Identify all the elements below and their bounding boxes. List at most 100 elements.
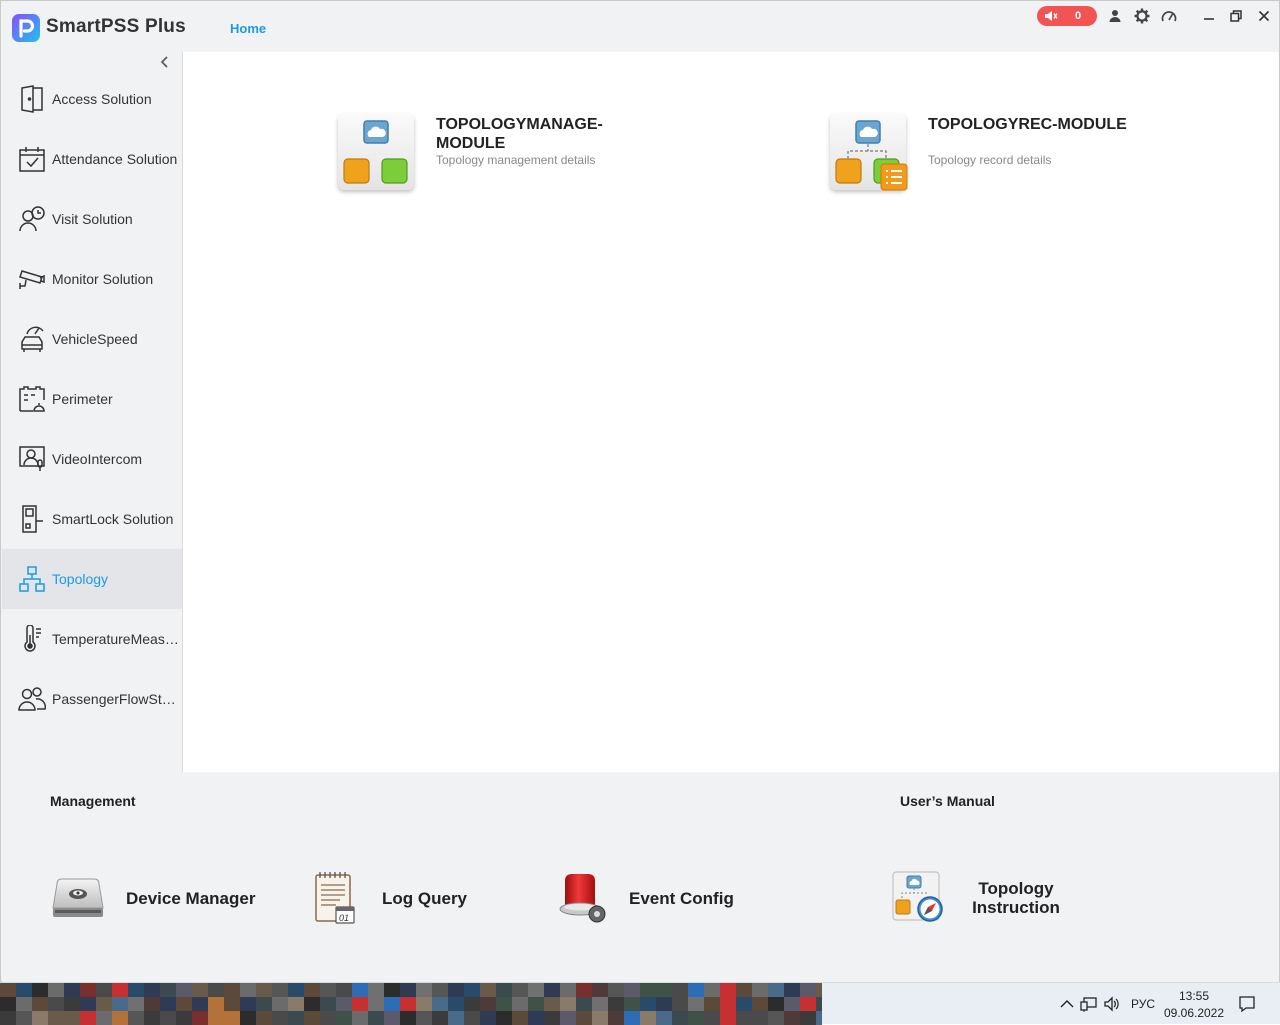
mosaic-pixel [688, 997, 704, 1011]
mosaic-pixel [752, 1011, 768, 1025]
mosaic-pixel [784, 983, 800, 997]
sidebar-item-passengerflowstatistics[interactable]: PassengerFlowStatistics [2, 669, 182, 729]
sidebar-item-perimeter[interactable]: Perimeter [2, 369, 182, 429]
module-description: Topology management details [436, 153, 596, 167]
mosaic-pixel [416, 997, 432, 1011]
mosaic-pixel [768, 983, 784, 997]
notifications-icon[interactable] [1238, 995, 1256, 1013]
log-query-button[interactable]: 01 Log Query [306, 868, 467, 928]
module-topologymanage[interactable]: TOPOLOGYMANAGE-MODULE Topology managemen… [338, 110, 658, 200]
mosaic-pixel [336, 1011, 352, 1025]
sidebar-item-smartlock-solution[interactable]: SmartLock Solution [2, 489, 182, 549]
mosaic-pixel [160, 1011, 176, 1025]
sidebar-item-videointercom[interactable]: VideoIntercom [2, 429, 182, 489]
tool-label: Device Manager [126, 888, 256, 908]
mosaic-pixel [384, 983, 400, 997]
mosaic-pixel [480, 983, 496, 997]
sidebar-item-access-solution[interactable]: Access Solution [2, 69, 182, 129]
tab-home[interactable]: Home [230, 21, 266, 36]
mosaic-pixel [688, 1011, 704, 1025]
mosaic-pixel [304, 983, 320, 997]
mosaic-pixel [576, 997, 592, 1011]
mosaic-pixel [720, 1011, 736, 1025]
close-icon[interactable] [1255, 7, 1273, 25]
mosaic-pixel [224, 1011, 240, 1025]
mosaic-pixel [752, 997, 768, 1011]
mosaic-pixel [112, 997, 128, 1011]
device-manager-button[interactable]: Device Manager [50, 868, 255, 928]
mosaic-pixel [368, 983, 384, 997]
mosaic-pixel [784, 997, 800, 1011]
mosaic-pixel [160, 983, 176, 997]
door-icon [17, 84, 47, 114]
chevron-up-icon[interactable] [1058, 995, 1076, 1013]
mosaic-pixel [48, 1011, 64, 1025]
sidebar-item-vehiclespeed[interactable]: VehicleSpeed [2, 309, 182, 369]
mosaic-pixel [144, 983, 160, 997]
sidebar-item-monitor-solution[interactable]: Monitor Solution [2, 249, 182, 309]
mosaic-pixel [208, 983, 224, 997]
mosaic-pixel [352, 997, 368, 1011]
mosaic-pixel [256, 983, 272, 997]
mosaic-pixel [464, 1011, 480, 1025]
module-title: TOPOLOGYMANAGE-MODULE [436, 116, 603, 152]
mosaic-pixel [672, 1011, 688, 1025]
thermometer-icon [17, 624, 47, 654]
mosaic-pixel [624, 983, 640, 997]
sidebar-item-topology[interactable]: Topology [2, 549, 182, 609]
network-icon[interactable] [1080, 995, 1098, 1013]
smartlock-icon [17, 504, 47, 534]
perimeter-icon [17, 384, 47, 414]
mosaic-pixel [320, 997, 336, 1011]
mosaic-pixel [352, 1011, 368, 1025]
sidebar-item-visit-solution[interactable]: Visit Solution [2, 189, 182, 249]
sidebar-item-label: Attendance Solution [52, 151, 178, 167]
sidebar-item-attendance-solution[interactable]: Attendance Solution [2, 129, 182, 189]
mosaic-pixel [512, 983, 528, 997]
svg-text:01: 01 [339, 913, 349, 923]
sidebar-item-temperaturemeasurement[interactable]: TemperatureMeasurement [2, 609, 182, 669]
module-topologyrec[interactable]: TOPOLOGYREC-MODULE Topology record detai… [830, 110, 1170, 200]
gear-icon[interactable] [1133, 7, 1151, 25]
app-window: SmartPSS Plus Home 0 Access Solution Att… [0, 0, 1280, 982]
restore-icon[interactable] [1227, 7, 1245, 25]
mosaic-pixel [512, 1011, 528, 1025]
user-icon[interactable] [1106, 7, 1124, 25]
chevron-left-icon[interactable] [157, 54, 173, 70]
topology-instruction-button[interactable]: Topology Instruction [890, 868, 1066, 928]
sidebar-item-label: Visit Solution [52, 211, 133, 227]
alarm-button[interactable]: 0 [1037, 6, 1097, 26]
volume-icon[interactable] [1103, 995, 1121, 1013]
event-config-button[interactable]: Event Config [553, 868, 734, 928]
sidebar-item-label: Perimeter [52, 391, 113, 407]
mosaic-pixel [240, 1011, 256, 1025]
mosaic-pixel [368, 1011, 384, 1025]
mosaic-pixel [736, 983, 752, 997]
mosaic-pixel [240, 983, 256, 997]
sidebar-item-label: Topology [52, 571, 109, 587]
mosaic-pixel [48, 983, 64, 997]
gauge-icon[interactable] [1160, 7, 1178, 25]
mosaic-pixel [736, 997, 752, 1011]
mosaic-pixel [624, 1011, 640, 1025]
mosaic-pixel [64, 983, 80, 997]
taskbar-clock[interactable]: 13:55 09.06.2022 [1158, 988, 1230, 1022]
mosaic-pixel [528, 983, 544, 997]
minimize-icon[interactable] [1200, 7, 1218, 25]
language-indicator[interactable]: РУС [1131, 997, 1155, 1011]
calendar-check-icon [17, 144, 47, 174]
mosaic-pixel [640, 997, 656, 1011]
mosaic-pixel [224, 997, 240, 1011]
module-description: Topology record details [928, 153, 1052, 167]
mosaic-pixel [672, 997, 688, 1011]
clock-date: 09.06.2022 [1163, 1006, 1225, 1020]
mosaic-pixel [112, 983, 128, 997]
sidebar-item-label: VideoIntercom [52, 451, 143, 467]
mosaic-pixel [576, 983, 592, 997]
mosaic-pixel [816, 983, 822, 997]
mosaic-pixel [448, 983, 464, 997]
mosaic-pixel [112, 1011, 128, 1025]
mosaic-pixel [320, 983, 336, 997]
mosaic-pixel [288, 1011, 304, 1025]
mosaic-pixel [176, 983, 192, 997]
